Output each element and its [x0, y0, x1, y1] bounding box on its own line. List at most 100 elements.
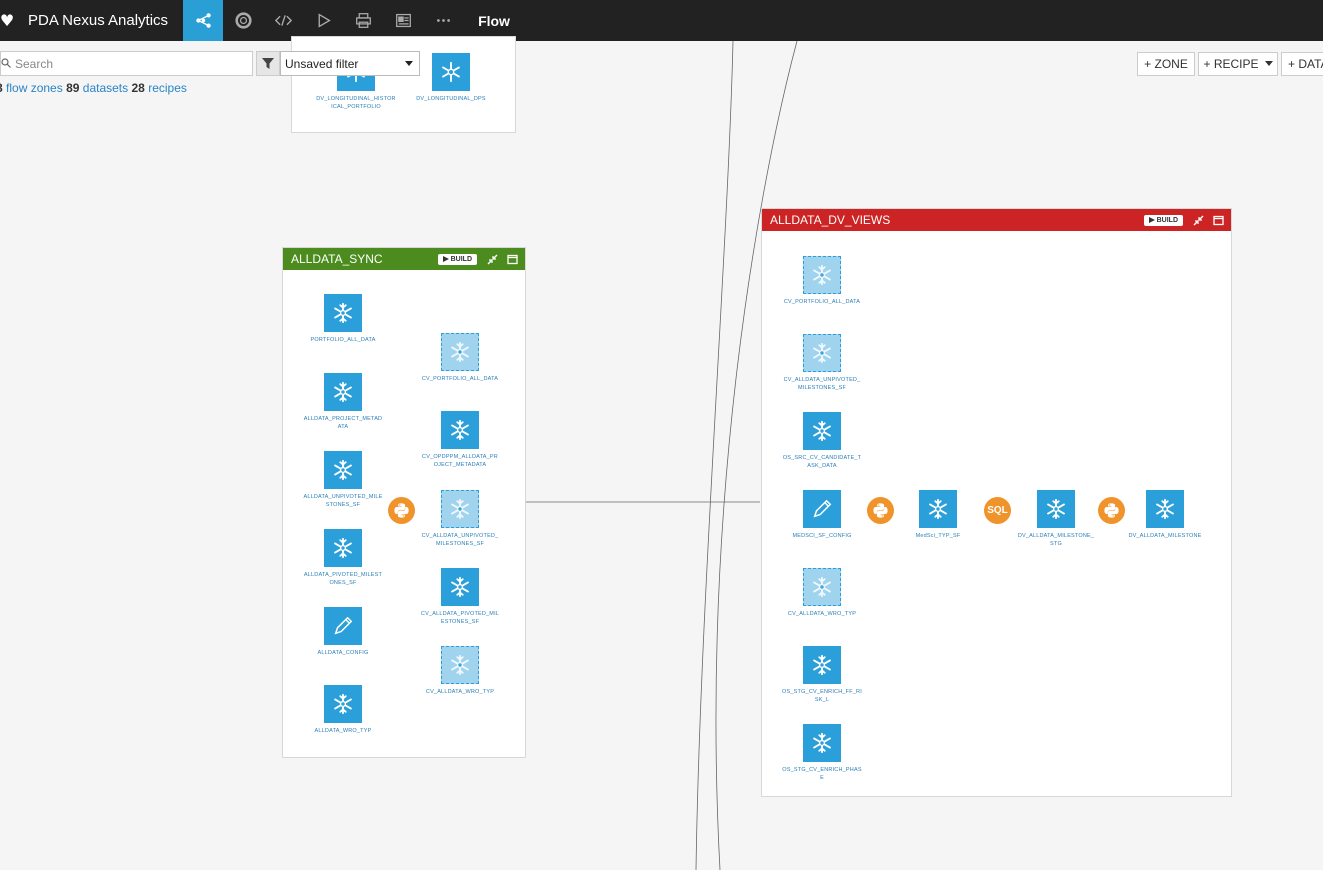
python-recipe-node[interactable] [1098, 497, 1125, 524]
dataset-label[interactable]: OS_SRC_CV_CANDIDATE_TASK_DATA [782, 454, 862, 470]
build-label: BUILD [450, 255, 472, 263]
filter-button[interactable] [256, 51, 280, 76]
dataset-node[interactable] [803, 490, 841, 528]
python-recipe-node[interactable] [867, 497, 894, 524]
dataset-label[interactable]: MEDSCI_SF_CONFIG [782, 532, 862, 540]
dataset-label[interactable]: ALLDATA_UNPIVOTED_MILESTONES_SF [303, 493, 383, 509]
dataset-label[interactable]: ALLDATA_PIVOTED_MILESTONES_SF [303, 571, 383, 587]
flow-nav-button[interactable] [183, 0, 224, 41]
dataset-node[interactable] [441, 490, 479, 528]
dataset-label[interactable]: OS_STG_CV_ENRICH_PHASE [782, 766, 862, 782]
dataset-label[interactable]: ALLDATA_PROJECT_METADATA [303, 415, 383, 431]
filter-select[interactable]: Unsaved filter [280, 51, 420, 76]
dataset-node[interactable] [324, 451, 362, 489]
zone-header[interactable]: ALLDATA_SYNC BUILD [283, 248, 525, 270]
build-zone-button[interactable]: BUILD [1143, 214, 1183, 226]
dataset-node[interactable] [324, 373, 362, 411]
dataset-label[interactable]: MedSci_TYP_SF [898, 532, 978, 540]
dataset-label[interactable]: CV_ALLDATA_UNPIVOTED_MILESTONES_SF [420, 532, 500, 548]
snowflake-icon [334, 537, 352, 559]
dataset-node[interactable] [441, 568, 479, 606]
chevron-down-icon [405, 60, 413, 66]
dataset-node[interactable] [803, 412, 841, 450]
snowflake-icon [813, 342, 831, 364]
dataset-node[interactable] [441, 333, 479, 371]
chevron-down-icon [1264, 61, 1273, 66]
dataset-node[interactable] [803, 724, 841, 762]
dataset-label[interactable]: ALLDATA_WRO_TYP [303, 727, 383, 735]
zone-header[interactable]: ALLDATA_DV_VIEWS BUILD [762, 209, 1231, 231]
dataset-label[interactable]: CV_ALLDATA_PIVOTED_MILESTONES_SF [420, 610, 500, 626]
add-recipe-label: + RECIPE [1203, 57, 1259, 71]
dataset-label[interactable]: DV_LONGITUDINAL_HISTORICAL_PORTFOLIO [316, 95, 396, 111]
python-recipe-node[interactable] [388, 497, 415, 524]
build-zone-button[interactable]: BUILD [437, 253, 477, 265]
dataset-node[interactable] [803, 568, 841, 606]
dataset-label[interactable]: OS_STG_CV_ENRICH_FF_RISK_L [782, 688, 862, 704]
dataset-label[interactable]: PORTFOLIO_ALL_DATA [303, 336, 383, 344]
add-recipe-button[interactable]: + RECIPE [1198, 52, 1278, 76]
recipes-count: 28 [131, 81, 145, 95]
snowflake-icon [813, 264, 831, 286]
search-input[interactable] [15, 56, 245, 71]
more-nav-button[interactable] [423, 0, 463, 41]
dataset-node[interactable] [324, 607, 362, 645]
dataset-node[interactable] [1146, 490, 1184, 528]
zones-link[interactable]: flow zones [6, 81, 63, 95]
print-icon [355, 13, 371, 28]
dashboards-nav-button[interactable] [383, 0, 423, 41]
maximize-icon[interactable] [505, 252, 519, 266]
dataset-node[interactable] [919, 490, 957, 528]
python-icon [873, 503, 888, 518]
filter-selected-value: Unsaved filter [285, 56, 359, 71]
dataset-node[interactable] [441, 646, 479, 684]
sql-recipe-node[interactable]: SQL [984, 497, 1011, 524]
maximize-icon[interactable] [1211, 213, 1225, 227]
snowflake-icon [813, 732, 831, 754]
app-logo-icon[interactable]: ♥ [0, 0, 14, 41]
dataset-node[interactable] [803, 256, 841, 294]
dataset-label[interactable]: CV_OPDPPM_ALLDATA_PROJECT_METADATA [420, 453, 500, 469]
flow-icon [195, 13, 211, 28]
add-zone-button[interactable]: + ZONE [1137, 52, 1195, 76]
add-dataset-button[interactable]: + DATA [1281, 52, 1323, 76]
dataset-label[interactable]: DV_ALLDATA_MILESTONE [1125, 532, 1205, 540]
dataset-node[interactable] [432, 53, 470, 91]
snowflake-icon [813, 654, 831, 676]
dataset-label[interactable]: DV_ALLDATA_MILESTONE_STG [1016, 532, 1096, 548]
dataset-label[interactable]: CV_PORTFOLIO_ALL_DATA [782, 298, 862, 306]
dataset-node[interactable] [441, 411, 479, 449]
code-icon [274, 15, 292, 26]
dataset-label[interactable]: CV_ALLDATA_WRO_TYP [782, 610, 862, 618]
jobs-nav-button[interactable] [303, 0, 343, 41]
play-icon [1148, 217, 1155, 223]
collapse-icon[interactable] [1191, 213, 1205, 227]
dataset-label[interactable]: DV_LONGITUDINAL_DPS [411, 95, 491, 103]
dataset-node[interactable] [324, 294, 362, 332]
dataset-node[interactable] [1037, 490, 1075, 528]
dataset-node[interactable] [803, 334, 841, 372]
project-name[interactable]: PDA Nexus Analytics [28, 12, 168, 29]
dataset-node[interactable] [803, 646, 841, 684]
dataset-label[interactable]: CV_PORTFOLIO_ALL_DATA [420, 375, 500, 383]
lab-nav-button[interactable] [223, 0, 263, 41]
recipes-link[interactable]: recipes [148, 81, 187, 95]
play-icon [442, 256, 449, 262]
datasets-link[interactable]: datasets [83, 81, 128, 95]
snowflake-icon [334, 302, 352, 324]
snowflake-icon [1047, 498, 1065, 520]
search-box[interactable] [0, 51, 253, 76]
snowflake-icon [813, 420, 831, 442]
deploy-nav-button[interactable] [343, 0, 383, 41]
collapse-icon[interactable] [485, 252, 499, 266]
snowflake-icon [813, 576, 831, 598]
snowflake-icon [451, 341, 469, 363]
dataset-label[interactable]: ALLDATA_CONFIG [303, 649, 383, 657]
code-nav-button[interactable] [263, 0, 303, 41]
dataset-label[interactable]: CV_ALLDATA_WRO_TYP [420, 688, 500, 696]
dataset-label[interactable]: CV_ALLDATA_UNPIVOTED_MILESTONES_SF [782, 376, 862, 392]
snowflake-icon [929, 498, 947, 520]
dataset-node[interactable] [324, 685, 362, 723]
dataset-node[interactable] [324, 529, 362, 567]
snowflake-icon [334, 459, 352, 481]
